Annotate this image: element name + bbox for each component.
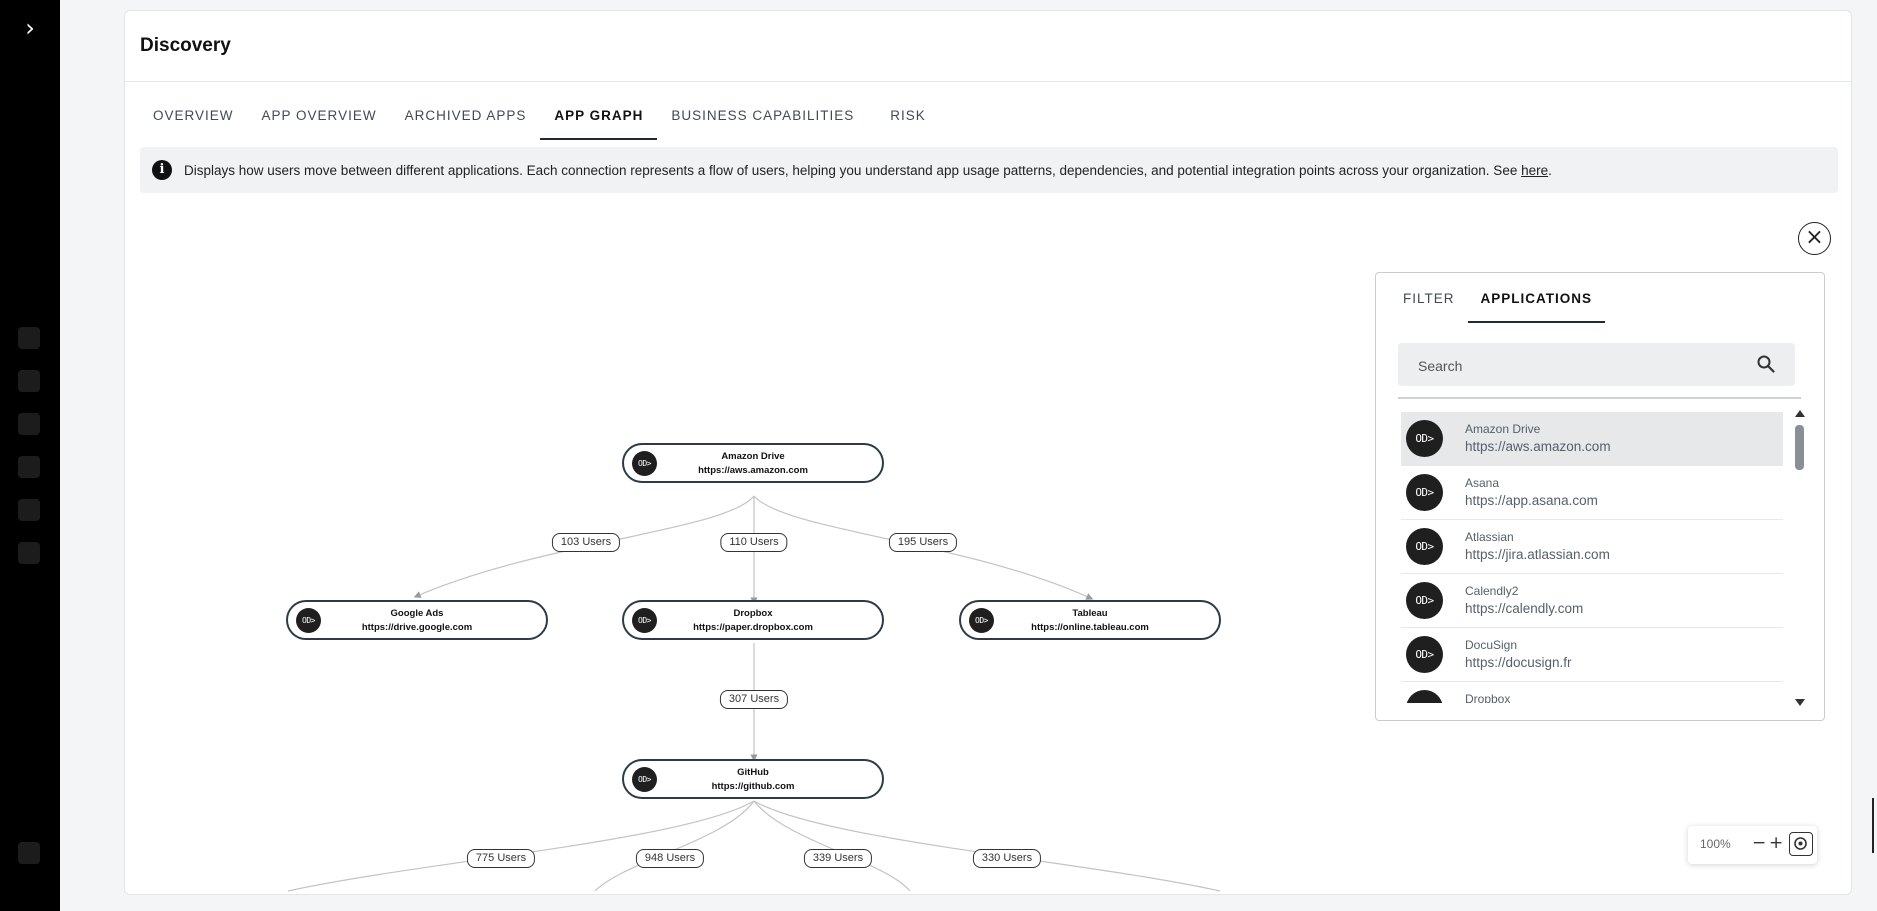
nav-icon[interactable]: [18, 370, 40, 392]
application-list: OD> Amazon Drive https://aws.amazon.com …: [1401, 412, 1783, 703]
tab-filter[interactable]: FILTER: [1390, 285, 1468, 323]
edge-label: 307 Users: [719, 690, 789, 709]
fit-view-icon[interactable]: [1789, 832, 1813, 856]
list-item[interactable]: OD> Dropbox: [1401, 682, 1783, 703]
node-url: https://drive.google.com: [361, 622, 473, 633]
app-logo-icon: OD>: [1406, 420, 1443, 457]
scrollbar-thumb[interactable]: [1795, 425, 1804, 470]
scroll-up-arrow-icon[interactable]: [1795, 410, 1805, 417]
zoom-control: 100% − +: [1688, 826, 1817, 864]
node-url: https://paper.dropbox.com: [693, 622, 813, 633]
edge-label: 103 Users: [551, 533, 621, 552]
panel-tabs: FILTER APPLICATIONS: [1390, 285, 1606, 323]
app-url: https://calendly.com: [1465, 601, 1584, 616]
search-input[interactable]: [1398, 343, 1760, 388]
edge-github-2: [594, 800, 755, 892]
nav-icon[interactable]: [18, 413, 40, 435]
edge-label: 775 Users: [466, 849, 536, 868]
list-item[interactable]: OD> Amazon Drive https://aws.amazon.com: [1401, 412, 1783, 466]
node-url: https://online.tableau.com: [1031, 622, 1149, 633]
list-item[interactable]: OD> Atlassian https://jira.atlassian.com: [1401, 520, 1783, 574]
graph-node-github[interactable]: OD> GitHub https://github.com: [622, 759, 884, 799]
nav-icon[interactable]: [18, 456, 40, 478]
app-name: Calendly2: [1465, 584, 1519, 598]
app-logo-icon: OD>: [1406, 636, 1443, 673]
edge-label: 330 Users: [972, 849, 1042, 868]
edge-github-4: [753, 800, 1221, 892]
app-name: Asana: [1465, 476, 1500, 490]
discovery-card: Discovery OVERVIEW APP OVERVIEW ARCHIVED…: [124, 10, 1852, 895]
graph-node-tableau[interactable]: OD> Tableau https://online.tableau.com: [959, 600, 1221, 640]
nav-icon[interactable]: [18, 327, 40, 349]
zoom-out-button[interactable]: −: [1752, 833, 1766, 853]
list-item[interactable]: OD> Asana https://app.asana.com: [1401, 466, 1783, 520]
graph-node-amazon-drive[interactable]: OD> Amazon Drive https://aws.amazon.com: [622, 443, 884, 483]
graph-node-google-ads[interactable]: OD> Google Ads https://drive.google.com: [286, 600, 548, 640]
app-url: https://jira.atlassian.com: [1465, 547, 1610, 562]
edge-github-3: [753, 800, 911, 892]
app-url: https://aws.amazon.com: [1465, 439, 1611, 454]
nav-icon[interactable]: [18, 542, 40, 564]
edge-label: 195 Users: [888, 533, 958, 552]
search-box: [1398, 343, 1795, 388]
edge-label: 339 Users: [803, 849, 873, 868]
node-name: Dropbox: [733, 608, 773, 619]
node-name: Amazon Drive: [721, 451, 785, 462]
nav-icon[interactable]: [18, 499, 40, 521]
app-logo-icon: OD>: [1406, 690, 1443, 703]
app-logo-icon: OD>: [1406, 582, 1443, 619]
app-name: Atlassian: [1465, 530, 1514, 544]
app-logo-icon: OD>: [1406, 474, 1443, 511]
app-url: https://docusign.fr: [1465, 655, 1572, 670]
scroll-down-arrow-icon[interactable]: [1795, 699, 1805, 706]
node-name: GitHub: [737, 767, 769, 778]
node-name: Tableau: [1072, 608, 1108, 619]
node-url: https://aws.amazon.com: [698, 465, 808, 476]
app-name: Amazon Drive: [1465, 422, 1541, 436]
info-here-link[interactable]: here: [1521, 163, 1548, 178]
search-divider: [1398, 397, 1801, 399]
app-name: Dropbox: [1465, 692, 1511, 703]
app-url: https://app.asana.com: [1465, 493, 1598, 508]
search-icon[interactable]: [1757, 355, 1775, 373]
chevron-right-icon[interactable]: ›: [18, 16, 42, 40]
list-item[interactable]: OD> Calendly2 https://calendly.com: [1401, 574, 1783, 628]
node-name: Google Ads: [390, 608, 444, 619]
edge-label: 110 Users: [720, 533, 788, 552]
zoom-in-button[interactable]: +: [1769, 833, 1783, 853]
tab-applications[interactable]: APPLICATIONS: [1467, 285, 1606, 323]
edge-label: 948 Users: [635, 849, 705, 868]
close-icon[interactable]: ×: [1798, 222, 1831, 255]
applications-panel: FILTER APPLICATIONS OD> Amazon Drive htt…: [1375, 272, 1825, 721]
page-scrollbar[interactable]: [1872, 798, 1874, 853]
recenter-icon: [1794, 837, 1807, 850]
zoom-level: 100%: [1700, 837, 1731, 851]
user-icon[interactable]: [18, 842, 40, 864]
app-logo-icon: OD>: [1406, 528, 1443, 565]
graph-node-dropbox[interactable]: OD> Dropbox https://paper.dropbox.com: [622, 600, 884, 640]
app-name: DocuSign: [1465, 638, 1518, 652]
list-item[interactable]: OD> DocuSign https://docusign.fr: [1401, 628, 1783, 682]
node-url: https://github.com: [711, 781, 795, 792]
left-rail: ›: [0, 0, 60, 911]
info-suffix: .: [1548, 162, 1552, 178]
